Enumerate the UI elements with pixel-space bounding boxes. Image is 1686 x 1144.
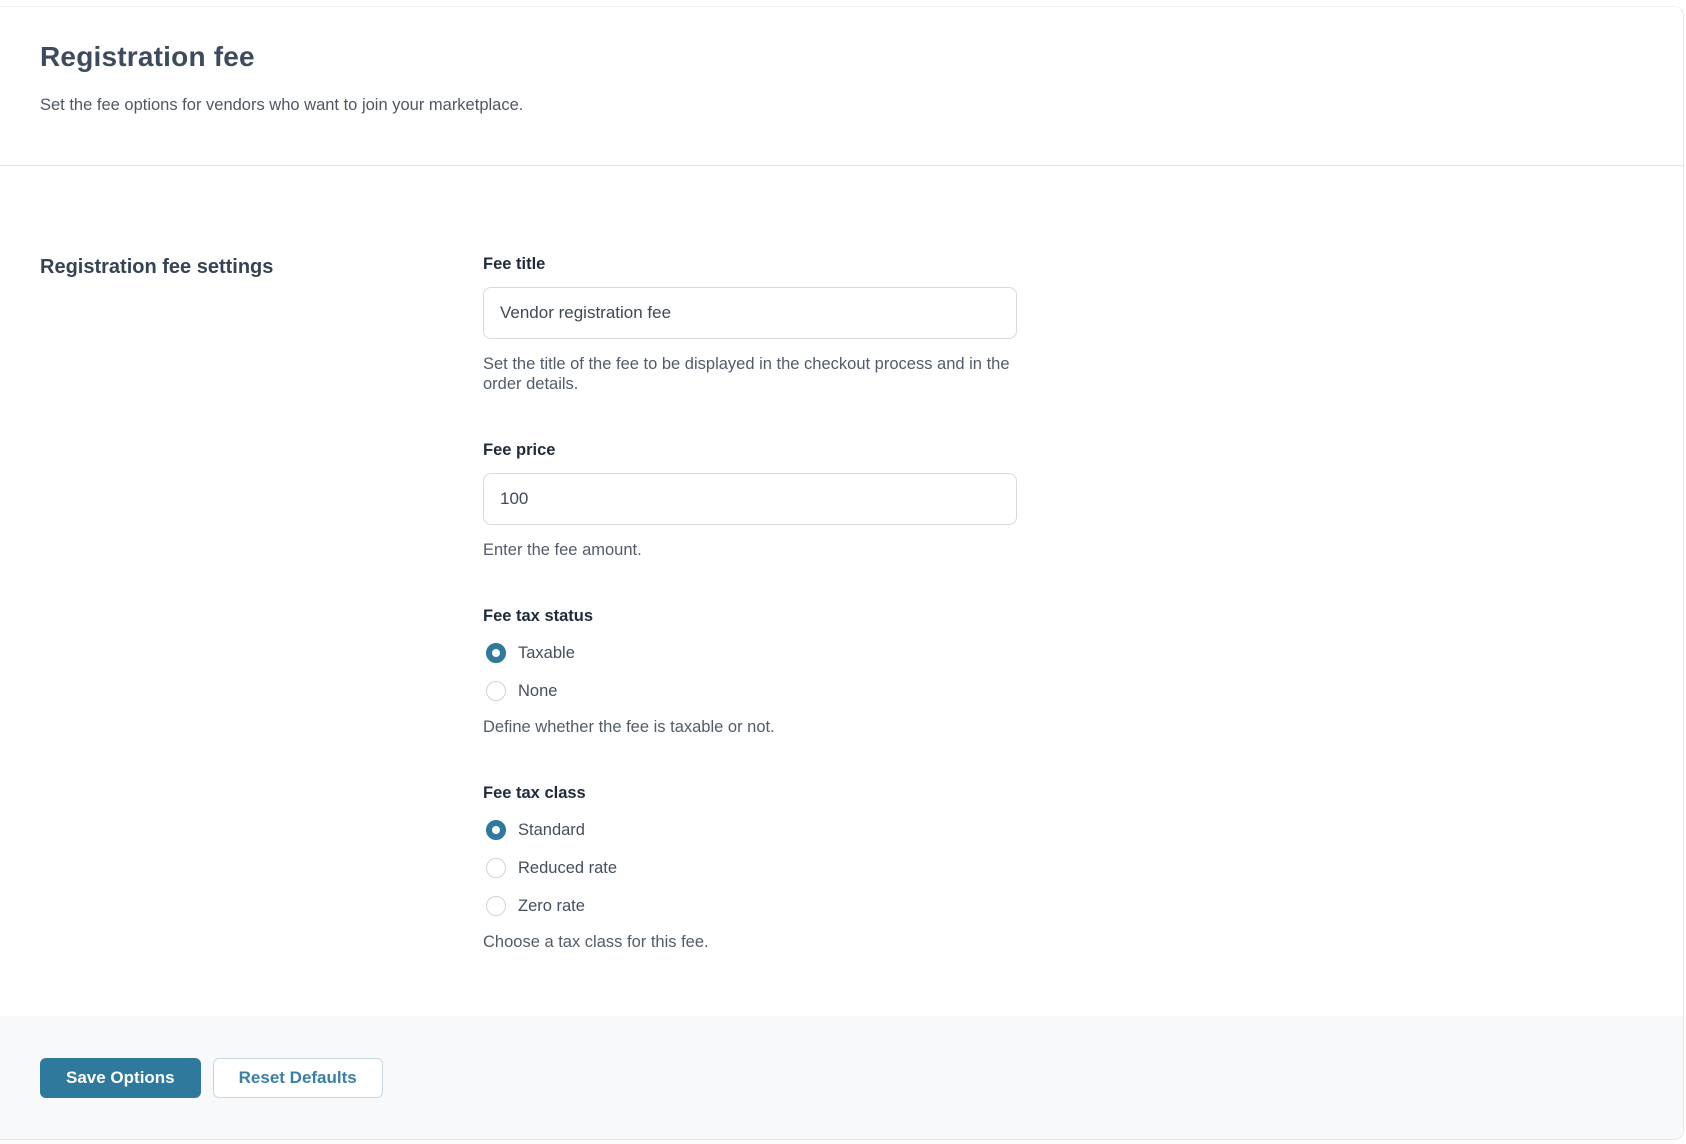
- fee-price-input[interactable]: [483, 473, 1017, 525]
- actions-footer: Save Options Reset Defaults: [0, 1016, 1683, 1139]
- radio-icon: [486, 681, 506, 701]
- fee-tax-class-radios: Standard Reduced rate Zero rate: [483, 816, 1017, 920]
- fee-tax-class-label: Fee tax class: [483, 783, 1017, 803]
- radio-label: None: [518, 681, 557, 701]
- radio-icon: [486, 896, 506, 916]
- save-options-button[interactable]: Save Options: [40, 1058, 201, 1098]
- registration-fee-card: Registration fee Set the fee options for…: [0, 6, 1684, 1140]
- fee-price-label: Fee price: [483, 440, 1017, 460]
- radio-icon: [486, 643, 506, 663]
- radio-label: Reduced rate: [518, 858, 617, 878]
- radio-option-taxable[interactable]: Taxable: [483, 639, 1017, 667]
- fee-price-help: Enter the fee amount.: [483, 540, 1017, 560]
- settings-section-column: Registration fee settings: [40, 254, 483, 1016]
- fee-tax-status-group: Fee tax status Taxable None Define wheth…: [483, 606, 1017, 737]
- radio-label: Taxable: [518, 643, 575, 663]
- page-title: Registration fee: [40, 39, 1631, 75]
- fee-tax-status-label: Fee tax status: [483, 606, 1017, 626]
- fee-title-input[interactable]: [483, 287, 1017, 339]
- fee-title-label: Fee title: [483, 254, 1017, 274]
- radio-label: Standard: [518, 820, 585, 840]
- reset-defaults-button[interactable]: Reset Defaults: [213, 1058, 383, 1098]
- fee-tax-status-help: Define whether the fee is taxable or not…: [483, 717, 1017, 737]
- fee-title-group: Fee title Set the title of the fee to be…: [483, 254, 1017, 394]
- radio-label: Zero rate: [518, 896, 585, 916]
- section-heading: Registration fee settings: [40, 254, 483, 280]
- radio-icon: [486, 820, 506, 840]
- radio-option-reduced-rate[interactable]: Reduced rate: [483, 854, 1017, 882]
- radio-option-standard[interactable]: Standard: [483, 816, 1017, 844]
- settings-content: Registration fee settings Fee title Set …: [0, 166, 1683, 1016]
- settings-form: Fee title Set the title of the fee to be…: [483, 254, 1017, 1016]
- page-header: Registration fee Set the fee options for…: [0, 7, 1683, 166]
- fee-tax-class-help: Choose a tax class for this fee.: [483, 932, 1017, 952]
- radio-option-none[interactable]: None: [483, 677, 1017, 705]
- fee-title-help: Set the title of the fee to be displayed…: [483, 354, 1017, 394]
- fee-tax-status-radios: Taxable None: [483, 639, 1017, 705]
- fee-price-group: Fee price Enter the fee amount.: [483, 440, 1017, 560]
- page-subtitle: Set the fee options for vendors who want…: [40, 93, 1631, 117]
- radio-icon: [486, 858, 506, 878]
- fee-tax-class-group: Fee tax class Standard Reduced rate Zero…: [483, 783, 1017, 952]
- radio-option-zero-rate[interactable]: Zero rate: [483, 892, 1017, 920]
